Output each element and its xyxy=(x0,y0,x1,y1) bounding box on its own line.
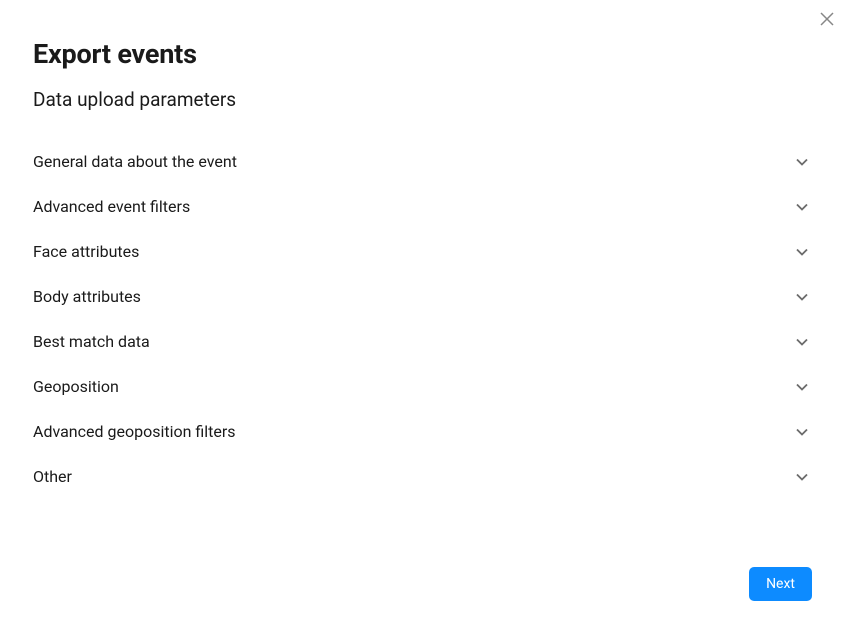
chevron-down-icon xyxy=(795,380,809,394)
chevron-down-icon xyxy=(795,335,809,349)
chevron-down-icon xyxy=(795,155,809,169)
section-label: Advanced event filters xyxy=(33,197,190,216)
section-advanced-event-filters[interactable]: Advanced event filters xyxy=(33,184,814,229)
section-body-attributes[interactable]: Body attributes xyxy=(33,274,814,319)
modal-title: Export events xyxy=(33,38,814,70)
chevron-down-icon xyxy=(795,200,809,214)
section-best-match-data[interactable]: Best match data xyxy=(33,319,814,364)
export-events-modal: Export events Data upload parameters Gen… xyxy=(0,0,847,519)
section-label: Body attributes xyxy=(33,287,141,306)
section-label: Advanced geoposition filters xyxy=(33,422,236,441)
close-icon xyxy=(820,11,834,30)
chevron-down-icon xyxy=(795,425,809,439)
section-other[interactable]: Other xyxy=(33,454,814,499)
modal-footer: Next xyxy=(749,567,812,601)
close-button[interactable] xyxy=(817,10,837,30)
section-label: Best match data xyxy=(33,332,150,351)
modal-subtitle: Data upload parameters xyxy=(33,88,814,111)
chevron-down-icon xyxy=(795,245,809,259)
section-geoposition[interactable]: Geoposition xyxy=(33,364,814,409)
section-label: Face attributes xyxy=(33,242,139,261)
chevron-down-icon xyxy=(795,470,809,484)
section-advanced-geoposition-filters[interactable]: Advanced geoposition filters xyxy=(33,409,814,454)
next-button[interactable]: Next xyxy=(749,567,812,601)
section-label: General data about the event xyxy=(33,152,237,171)
chevron-down-icon xyxy=(795,290,809,304)
section-face-attributes[interactable]: Face attributes xyxy=(33,229,814,274)
section-label: Other xyxy=(33,467,72,486)
section-label: Geoposition xyxy=(33,377,119,396)
section-general-data[interactable]: General data about the event xyxy=(33,139,814,184)
